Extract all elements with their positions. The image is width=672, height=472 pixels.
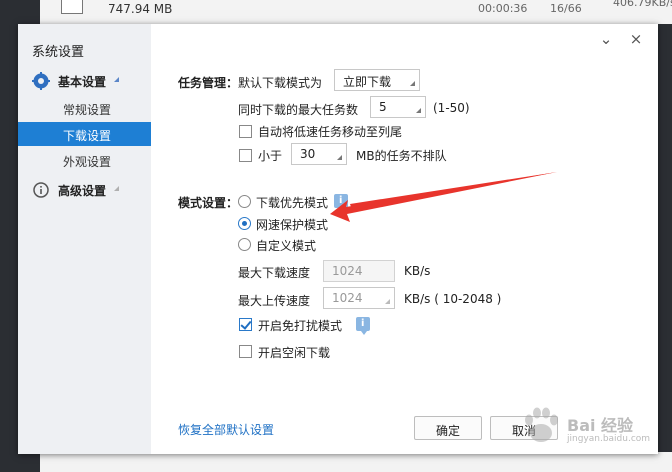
max-upload-speed-label: 最大上传速度 [238,294,311,308]
max-download-speed-value: 1024 [332,264,363,278]
max-tasks-value: 5 [379,100,387,114]
background-speed: 406.79KB/s [613,0,672,9]
restore-defaults-link[interactable]: 恢复全部默认设置 [178,421,274,438]
settings-dialog: 系统设置 基本设置 常规设置 下载设置 外观设置 高级设置 ⌄ × 任务管理： … [18,24,658,454]
expand-caret-icon [114,77,119,82]
less-than-value: 30 [300,147,316,161]
less-than-suffix: MB的任务不排队 [356,149,447,163]
sidebar-item-label: 常规设置 [63,103,112,117]
sidebar-item-general[interactable]: 常规设置 [18,96,151,120]
max-upload-speed-select[interactable]: 1024 [323,287,395,309]
mode-custom-label: 自定义模式 [256,239,317,253]
dropdown-arrow-icon [416,108,421,113]
max-tasks-range: (1-50) [433,101,470,115]
watermark-text: Bai 经验 [567,416,634,435]
mode-section-label: 模式设置： [178,196,239,210]
ok-button-label: 确定 [435,424,460,438]
less-than-label: 小于 [258,149,283,163]
default-mode-label: 默认下载模式为 [238,76,323,90]
file-icon [61,0,83,14]
collapsed-caret-icon [114,186,119,191]
dropdown-arrow-icon [410,81,415,86]
move-slow-label: 自动将低速任务移动至列尾 [258,125,403,139]
max-tasks-label: 同时下载的最大任务数 [238,103,359,117]
background-bottom-strip [40,452,672,472]
info-icon-glyph: i [339,195,343,206]
sidebar-group-basic[interactable]: 基本设置 [18,68,151,94]
background-time: 00:00:36 [478,2,528,15]
sidebar-item-label: 下载设置 [63,129,112,143]
max-download-speed-input[interactable]: 1024 [323,260,395,282]
max-download-speed-unit: KB/s [404,264,431,278]
mode-custom-radio[interactable] [238,238,251,251]
dialog-title: 系统设置 [32,45,85,60]
sidebar-group-basic-label: 基本设置 [58,75,107,89]
info-icon[interactable]: i [334,194,348,212]
less-than-select[interactable]: 30 [291,143,347,165]
idle-download-checkbox[interactable] [239,345,252,358]
sidebar-group-advanced[interactable]: 高级设置 [18,177,151,203]
gear-icon [32,72,50,90]
minimize-button[interactable]: ⌄ [598,30,614,48]
idle-download-label: 开启空闲下载 [258,346,331,360]
no-disturb-checkbox[interactable] [239,318,252,331]
ok-button[interactable]: 确定 [414,416,482,440]
default-mode-select[interactable]: 立即下载 [334,69,420,91]
mode-download-first-radio[interactable] [238,195,251,208]
info-icon-glyph: i [361,318,365,329]
sidebar-item-appearance[interactable]: 外观设置 [18,148,151,172]
move-slow-checkbox[interactable] [239,125,252,138]
default-mode-value: 立即下载 [343,75,392,89]
max-tasks-select[interactable]: 5 [370,96,426,118]
max-upload-speed-value: 1024 [332,291,363,305]
less-than-checkbox[interactable] [239,149,252,162]
info-circle-icon [33,182,49,198]
close-button[interactable]: × [628,30,644,48]
mode-speed-protect-label: 网速保护模式 [256,218,329,232]
baidu-watermark: Bai 经验 jingyan.baidu.com [515,400,665,455]
mode-download-first-label: 下载优先模式 [256,196,329,210]
dropdown-arrow-icon [337,155,342,160]
sidebar-group-advanced-label: 高级设置 [58,184,107,198]
mode-speed-protect-radio[interactable] [238,217,251,230]
info-icon[interactable]: i [356,317,370,335]
no-disturb-label: 开启免打扰模式 [258,319,343,333]
background-file-size: 747.94 MB [108,2,173,16]
task-section-label: 任务管理： [178,76,239,90]
background-count: 16/66 [550,2,582,15]
max-download-speed-label: 最大下载速度 [238,266,311,280]
watermark-sub: jingyan.baidu.com [567,434,651,444]
dropdown-arrow-icon [385,299,390,304]
settings-sidebar: 系统设置 基本设置 常规设置 下载设置 外观设置 高级设置 [18,24,151,454]
sidebar-item-download[interactable]: 下载设置 [18,122,151,146]
paw-logo-icon [525,407,558,442]
sidebar-item-label: 外观设置 [63,155,112,169]
max-upload-speed-unit: KB/s ( 10-2048 ) [404,292,502,306]
